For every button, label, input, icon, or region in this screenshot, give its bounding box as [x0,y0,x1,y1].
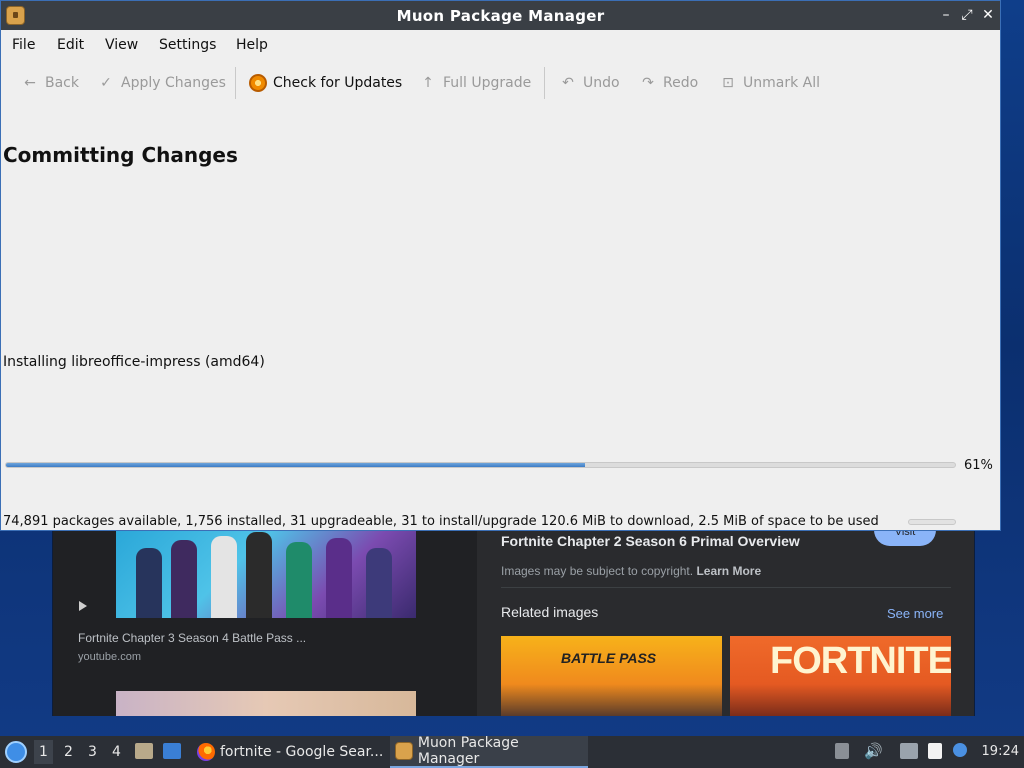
redo-icon: ↷ [642,75,654,91]
related-image[interactable]: FORTNITE [730,636,951,716]
toolbar: ← Back ✓ Apply Changes Check for Updates… [1,63,1000,103]
unmark-all-button[interactable]: ⊡ Unmark All [719,71,820,95]
close-icon[interactable]: ✕ [978,5,998,25]
progress-bar [5,462,956,468]
result-source: youtube.com [78,651,141,663]
related-image-text: BATTLE PASS [561,650,657,666]
minimize-icon[interactable]: – [936,5,956,25]
refresh-icon [249,74,267,92]
related-images-heading: Related images [501,604,599,620]
muon-app-icon [395,742,413,760]
menu-view[interactable]: View [105,37,138,53]
apply-changes-label: Apply Changes [121,75,226,91]
thumbnail-figure [211,536,237,618]
video-thumbnail[interactable] [116,528,416,618]
maximize-icon[interactable]: ⤢ [957,5,977,25]
redo-button[interactable]: ↷ Redo [639,71,698,95]
taskbar: 1 2 3 4 fortnite - Google Sear... Muon P… [0,735,1024,768]
thumbnail-figure [366,548,392,618]
firefox-icon [197,743,215,761]
page-title: Committing Changes [3,143,238,167]
toolbar-separator [544,67,545,99]
divider [501,587,951,588]
install-status-text: Installing libreoffice-impress (amd64) [3,354,265,370]
updates-tray-icon[interactable] [835,743,849,759]
task-muon-label: Muon Package Manager [417,735,519,767]
full-upgrade-button[interactable]: ↑ Full Upgrade [419,71,531,95]
video-thumbnail[interactable] [116,691,416,716]
thumbnail-figure [286,542,312,618]
menu-file[interactable]: File [12,37,35,53]
copyright-notice: Images may be subject to copyright. Lear… [501,564,761,578]
title-bar[interactable]: Muon Package Manager – ⤢ ✕ [1,1,1000,30]
redo-label: Redo [663,75,699,91]
download-progress-bar [908,519,956,525]
apply-changes-button[interactable]: ✓ Apply Changes [97,71,226,95]
upgrade-arrow-icon: ↑ [422,75,434,91]
play-icon[interactable] [79,601,87,611]
show-desktop-icon[interactable] [163,743,181,759]
check-for-updates-button[interactable]: Check for Updates [249,71,402,95]
file-manager-icon[interactable] [135,743,153,759]
volume-icon[interactable]: 🔊 [864,742,883,760]
clipboard-icon[interactable] [928,743,942,759]
toolbar-separator [235,67,236,99]
result-title[interactable]: Fortnite Chapter 3 Season 4 Battle Pass … [78,631,306,645]
related-image[interactable]: BATTLE PASS [501,636,722,716]
back-button[interactable]: ← Back [21,71,79,95]
notification-icon[interactable] [953,743,967,757]
side-panel-title[interactable]: Fortnite Chapter 2 Season 6 Primal Overv… [501,533,800,549]
thumbnail-figure [246,532,272,618]
status-bar-text: 74,891 packages available, 1,756 install… [3,514,879,529]
task-firefox-label: fortnite - Google Sear... [220,744,384,760]
workspace-1[interactable]: 1 [34,740,53,764]
muon-window: Muon Package Manager – ⤢ ✕ File Edit Vie… [0,0,1001,531]
undo-button[interactable]: ↶ Undo [559,71,620,95]
undo-label: Undo [583,75,620,91]
workspace-3[interactable]: 3 [88,744,97,760]
start-menu-icon[interactable] [5,741,27,763]
unmark-icon: ⊡ [722,75,734,91]
progress-bar-fill [6,463,585,467]
checkmark-icon: ✓ [100,75,112,91]
back-label: Back [45,75,79,91]
menu-help[interactable]: Help [236,37,268,53]
menu-bar: File Edit View Settings Help [1,31,1000,59]
copyright-text: Images may be subject to copyright. [501,564,694,578]
progress-percent: 61% [964,458,993,473]
network-icon[interactable] [900,743,918,759]
see-more-link[interactable]: See more [887,606,943,621]
thumbnail-figure [171,540,197,618]
menu-edit[interactable]: Edit [57,37,84,53]
task-firefox[interactable]: fortnite - Google Sear... [193,736,387,768]
full-upgrade-label: Full Upgrade [443,75,532,91]
arrow-left-icon: ← [24,75,36,91]
thumbnail-figure [136,548,162,618]
browser-window-background: Fortnite Chapter 3 Season 4 Battle Pass … [52,528,975,716]
unmark-all-label: Unmark All [743,75,821,91]
learn-more-link[interactable]: Learn More [696,564,761,578]
workspace-4[interactable]: 4 [112,744,121,760]
workspace-2[interactable]: 2 [64,744,73,760]
clock[interactable]: 19:24 [982,744,1019,759]
check-for-updates-label: Check for Updates [273,75,403,91]
thumbnail-figure [326,538,352,618]
menu-settings[interactable]: Settings [159,37,216,53]
undo-icon: ↶ [562,75,574,91]
window-title: Muon Package Manager [396,7,605,25]
task-muon[interactable]: Muon Package Manager [390,735,588,768]
related-image-text: FORTNITE [770,640,951,682]
